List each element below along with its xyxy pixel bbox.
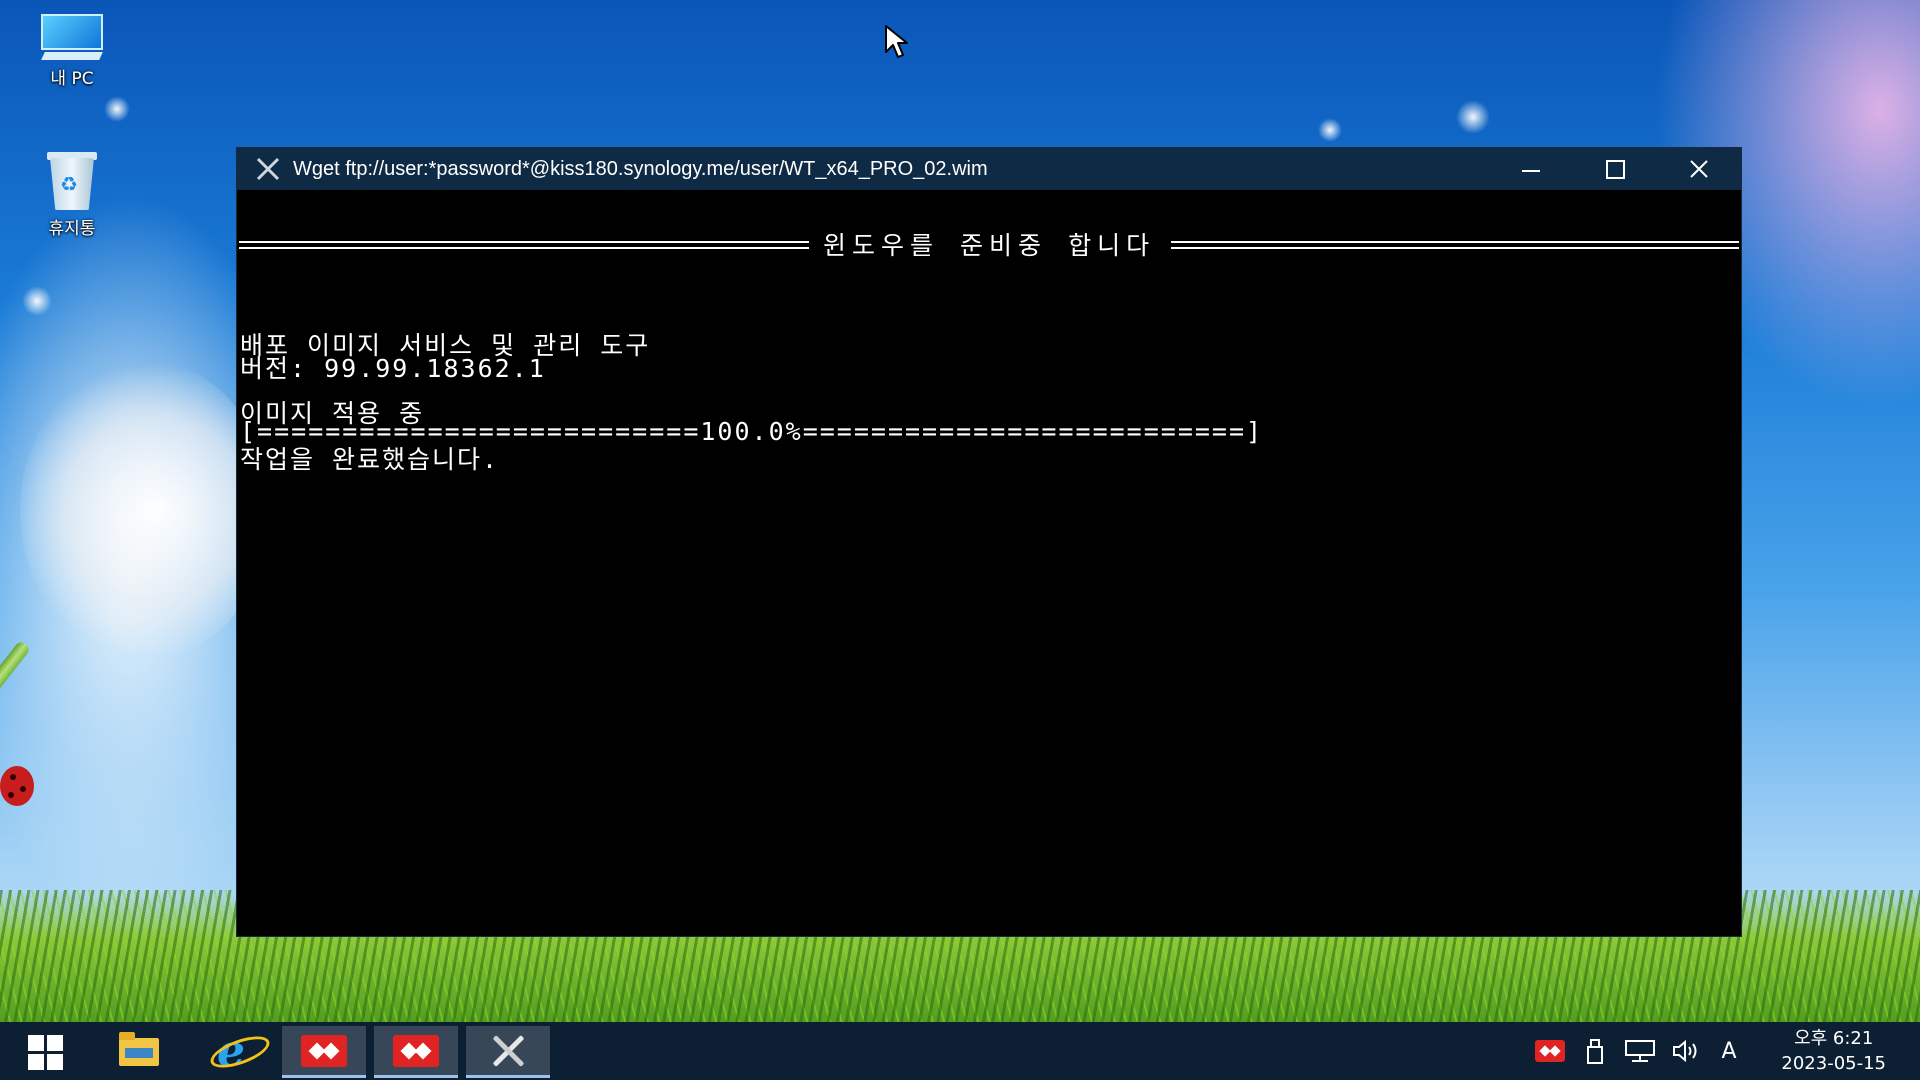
tray-volume[interactable] [1666, 1034, 1706, 1068]
internet-explorer-icon: e [217, 1026, 245, 1077]
wallpaper-ladybug [0, 766, 34, 806]
ime-indicator[interactable]: A [1712, 1034, 1746, 1068]
taskbar-file-explorer[interactable] [108, 1026, 170, 1078]
red-app-icon [301, 1034, 347, 1067]
tray-network[interactable] [1620, 1034, 1660, 1068]
console-line: 버전: 99.99.18362.1 [240, 354, 546, 383]
taskbar-tools-app[interactable] [466, 1026, 550, 1078]
close-icon [1690, 160, 1708, 178]
taskbar: e A 오후 6:21 2023-05-15 [0, 1022, 1920, 1080]
red-app-tray-icon [1535, 1040, 1565, 1062]
volume-icon [1673, 1039, 1697, 1063]
taskbar-red-app-1[interactable] [282, 1026, 366, 1078]
start-button[interactable] [20, 1026, 70, 1078]
wallpaper-sparkle [1318, 118, 1342, 142]
maximize-icon [1605, 159, 1625, 179]
console-line: 작업을 완료했습니다. [240, 445, 500, 474]
this-pc-icon [37, 14, 107, 60]
minimize-icon [1522, 170, 1540, 172]
file-explorer-icon [119, 1032, 159, 1066]
wallpaper-dandelion [20, 360, 270, 660]
maximize-button[interactable] [1573, 148, 1657, 190]
clock-time: 오후 6:21 [1794, 1028, 1874, 1049]
window-title: Wget ftp://user:*password*@kiss180.synol… [293, 157, 988, 180]
red-app-icon [393, 1034, 439, 1067]
network-icon [1625, 1040, 1655, 1062]
window-titlebar[interactable]: Wget ftp://user:*password*@kiss180.synol… [237, 148, 1741, 190]
wallpaper-sparkle [1456, 100, 1490, 134]
tray-red-app[interactable] [1533, 1034, 1567, 1068]
clock-date: 2023-05-15 [1781, 1053, 1886, 1074]
taskbar-internet-explorer[interactable]: e [200, 1026, 262, 1078]
desktop-icon-label: 내 PC [50, 69, 94, 89]
desktop-icon-recycle-bin[interactable]: ♻ 휴지통 [17, 150, 127, 239]
desktop-icon-this-pc[interactable]: 내 PC [17, 14, 127, 89]
banner-rule-right [1171, 241, 1739, 249]
minimize-button[interactable] [1489, 148, 1573, 190]
tray-usb[interactable] [1578, 1034, 1612, 1068]
taskbar-red-app-2[interactable] [374, 1026, 458, 1078]
windows-start-icon [27, 1034, 63, 1070]
desktop-icon-label: 휴지통 [48, 219, 96, 239]
console-window[interactable]: Wget ftp://user:*password*@kiss180.synol… [237, 148, 1741, 936]
console-banner: 윈도우를 준비중 합니다 [237, 231, 1741, 262]
banner-text: 윈도우를 준비중 합니다 [823, 231, 1156, 260]
tools-icon [255, 156, 281, 182]
close-button[interactable] [1657, 148, 1741, 190]
wallpaper-sparkle [104, 96, 130, 122]
tools-icon [488, 1031, 528, 1071]
recycle-bin-icon: ♻ [42, 150, 102, 210]
usb-drive-icon [1587, 1039, 1603, 1064]
wallpaper-sparkle [22, 286, 52, 316]
mouse-cursor-icon [885, 25, 908, 58]
banner-rule-left [239, 241, 809, 249]
taskbar-clock[interactable]: 오후 6:21 2023-05-15 [1781, 1026, 1886, 1076]
